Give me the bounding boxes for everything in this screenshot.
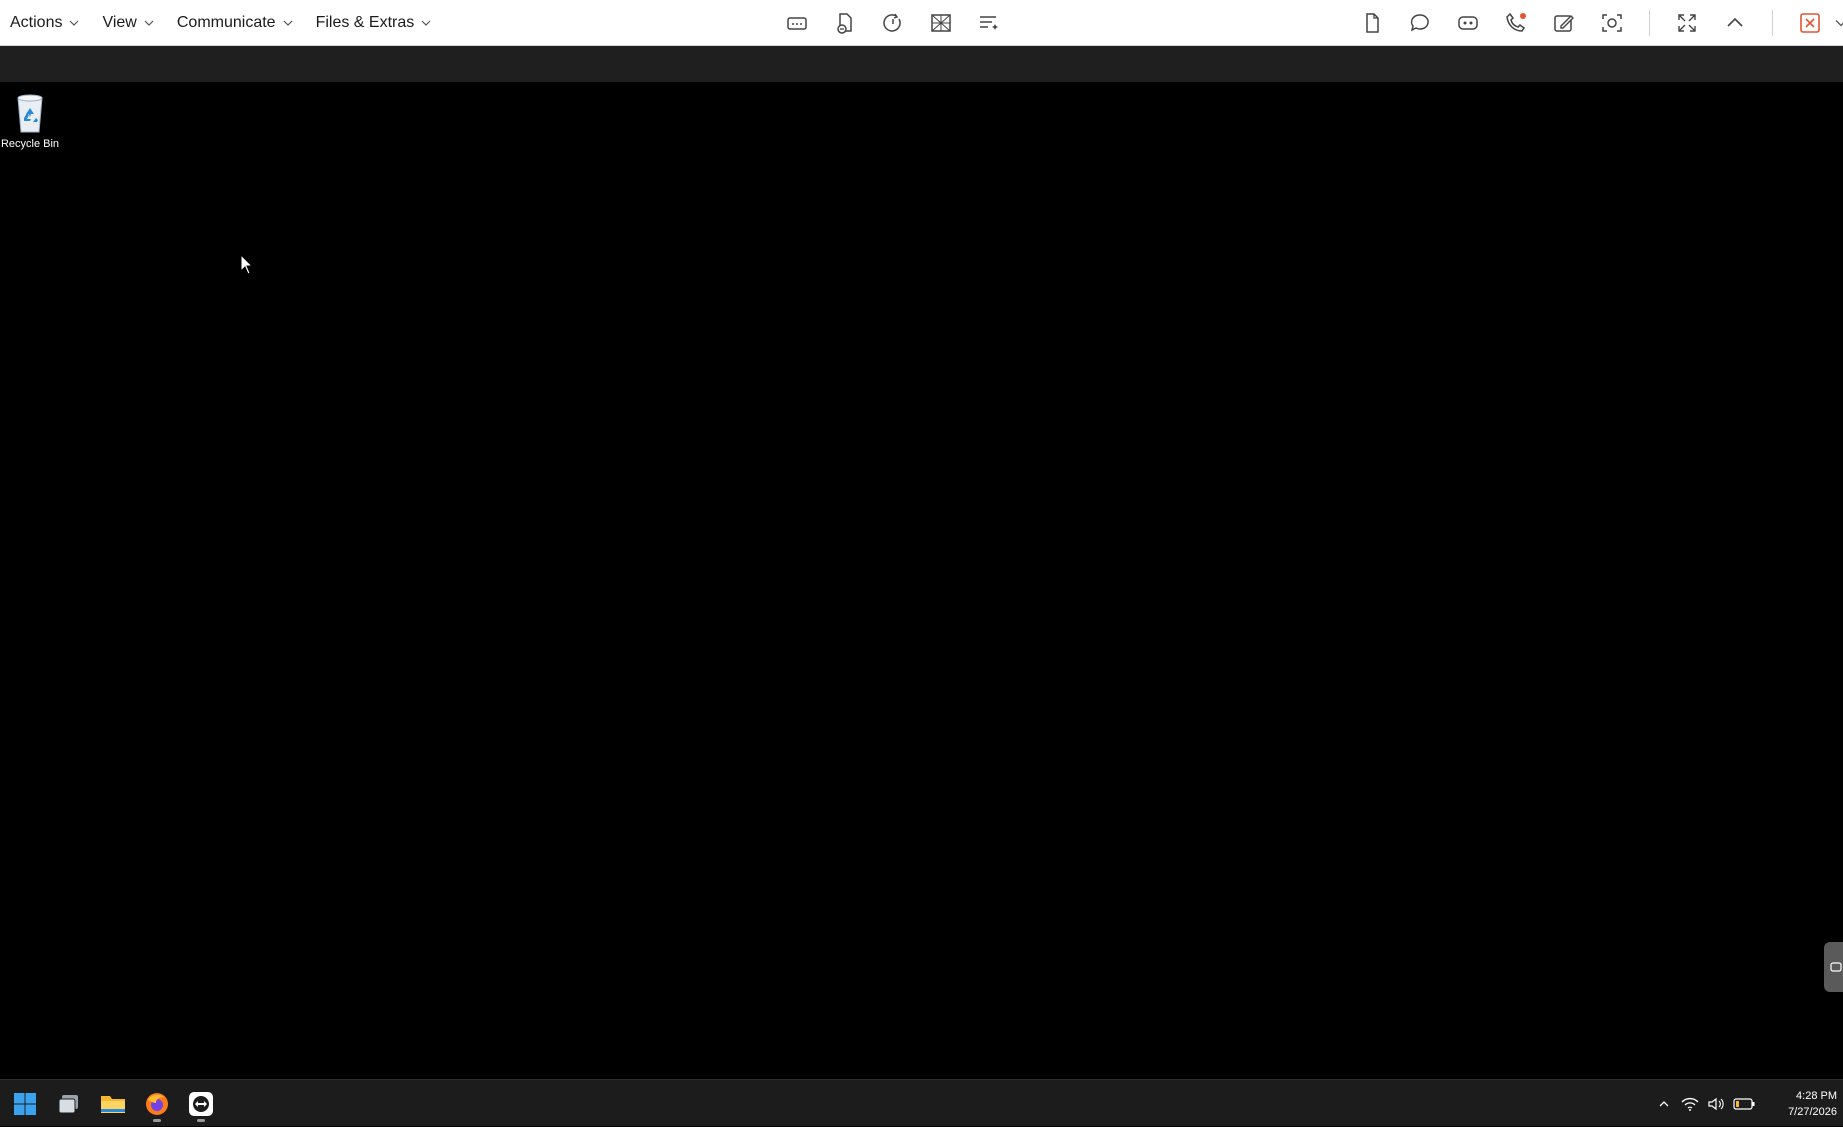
- chevron-up-icon: [1659, 1100, 1669, 1106]
- file-transfer-button[interactable]: [828, 6, 862, 40]
- files-extras-menu[interactable]: Files & Extras: [316, 0, 443, 45]
- battery-icon: [1733, 1097, 1755, 1110]
- file-share-icon: [1366, 13, 1379, 33]
- task-view-icon: [58, 1094, 78, 1113]
- view-menu[interactable]: View: [102, 0, 164, 45]
- remote-keyboard-icon: [787, 17, 807, 30]
- chevron-down-icon: [283, 20, 292, 26]
- more-options-button[interactable]: [1831, 6, 1843, 40]
- end-session-group: [1793, 6, 1843, 40]
- task-view-button[interactable]: [52, 1085, 86, 1123]
- chevron-down-icon: [421, 20, 431, 26]
- toolbar-side-handle[interactable]: [1824, 942, 1843, 992]
- firefox-icon: [146, 1092, 168, 1115]
- toolbar-divider: [1649, 10, 1650, 36]
- volume-icon: [1708, 1097, 1724, 1110]
- chat-icon: [1410, 14, 1429, 32]
- fullscreen-button[interactable]: [1670, 6, 1704, 40]
- recycle-bin-label: Recycle Bin: [0, 138, 60, 150]
- screenshot-button[interactable]: [1595, 6, 1629, 40]
- session-info-strip: [0, 46, 1843, 82]
- chevron-up-icon: [1727, 17, 1743, 27]
- file-explorer-icon: [101, 1095, 125, 1113]
- system-tray: [1655, 1080, 1755, 1127]
- recycle-bin-icon: [17, 94, 43, 133]
- show-hidden-icons-button[interactable]: [1655, 1095, 1673, 1113]
- taskbar: 4:28 PM 7/27/2026: [0, 1079, 1843, 1126]
- mouse-pointer-icon: [240, 254, 254, 275]
- screenshot-icon: [1602, 14, 1622, 32]
- remote-desktop[interactable]: Recycle Bin: [0, 82, 1843, 1079]
- remote-keyboard-button[interactable]: [780, 6, 814, 40]
- call-icon: [1506, 12, 1526, 32]
- file-explorer-button[interactable]: [96, 1085, 130, 1123]
- firefox-button[interactable]: [140, 1085, 174, 1123]
- fullscreen-icon: [1678, 14, 1696, 32]
- battery-button[interactable]: [1733, 1095, 1755, 1113]
- video-icon: [1458, 16, 1478, 30]
- video-button[interactable]: [1451, 6, 1485, 40]
- teamviewer-icon: [189, 1091, 213, 1116]
- chevron-down-icon: [70, 20, 79, 26]
- annotation-icon: [980, 16, 998, 30]
- teamviewer-button[interactable]: [184, 1085, 218, 1123]
- disable-remote-input-icon: [931, 14, 951, 32]
- end-session-button[interactable]: [1793, 6, 1827, 40]
- restart-icon: [883, 13, 901, 32]
- volume-button[interactable]: [1707, 1095, 1725, 1113]
- recycle-bin-shortcut[interactable]: Recycle Bin: [0, 90, 60, 150]
- session-tools: [780, 0, 1006, 46]
- running-indicator: [197, 1118, 205, 1122]
- view-menu-label: View: [102, 13, 137, 31]
- annotation-button[interactable]: [972, 6, 1006, 40]
- start-button[interactable]: [8, 1085, 42, 1123]
- network-button[interactable]: [1681, 1095, 1699, 1113]
- restart-button[interactable]: [876, 6, 910, 40]
- whiteboard-icon: [1554, 15, 1574, 32]
- file-transfer-icon: [837, 13, 852, 34]
- actions-menu-label: Actions: [10, 13, 63, 31]
- chevron-down-icon: [144, 20, 154, 26]
- remote-toolbar: Actions View Communicate Files & Extras: [0, 0, 1843, 46]
- wifi-icon: [1681, 1097, 1699, 1111]
- disable-remote-input-button[interactable]: [924, 6, 958, 40]
- collapse-toolbar-button[interactable]: [1718, 6, 1752, 40]
- communicate-menu[interactable]: Communicate: [177, 0, 304, 45]
- clock-time: 4:28 PM: [1796, 1090, 1837, 1102]
- actions-menu[interactable]: Actions: [10, 0, 90, 45]
- files-extras-menu-label: Files & Extras: [315, 13, 415, 31]
- communicate-menu-label: Communicate: [176, 13, 276, 31]
- chat-button[interactable]: [1403, 6, 1437, 40]
- taskbar-clock[interactable]: 4:28 PM 7/27/2026: [1765, 1088, 1837, 1120]
- call-button[interactable]: [1499, 6, 1533, 40]
- taskbar-apps: [8, 1080, 218, 1127]
- running-indicator: [153, 1118, 161, 1122]
- communication-tools: [1355, 0, 1843, 46]
- menu-bar: Actions View Communicate Files & Extras: [0, 0, 454, 45]
- file-share-button[interactable]: [1355, 6, 1389, 40]
- windows-start-icon: [14, 1092, 36, 1115]
- toolbar-divider: [1772, 10, 1773, 36]
- end-session-icon: [1800, 13, 1820, 33]
- chevron-down-icon: [1835, 20, 1843, 27]
- clock-date: 7/27/2026: [1788, 1106, 1837, 1118]
- teamviewer-icon: [1830, 962, 1842, 972]
- whiteboard-button[interactable]: [1547, 6, 1581, 40]
